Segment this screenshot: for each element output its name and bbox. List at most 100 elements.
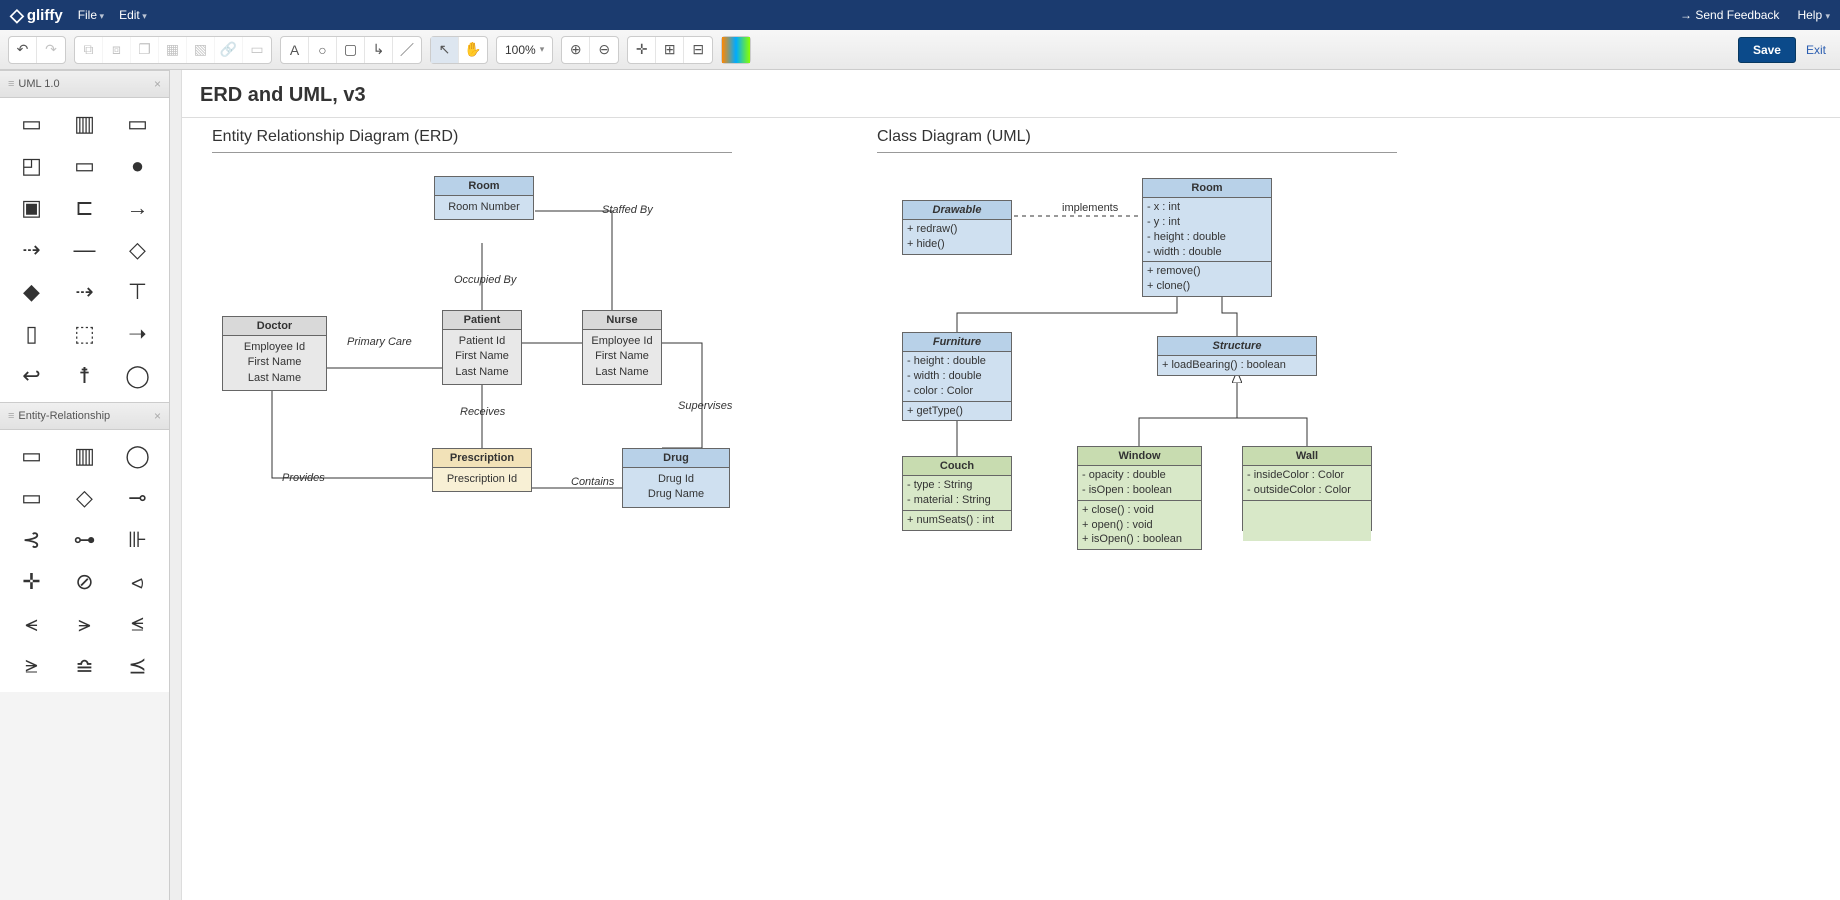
shape-rect-icon[interactable]: ▭: [112, 104, 163, 144]
connector-tool-icon[interactable]: ↳: [365, 37, 393, 63]
menu-file[interactable]: File: [78, 8, 104, 22]
grid-icon[interactable]: ⊞: [656, 37, 684, 63]
zoom-select[interactable]: 100%▾: [496, 36, 553, 64]
entity-patient[interactable]: Patient Patient IdFirst NameLast Name: [442, 310, 522, 385]
shape-diamond-filled-icon[interactable]: ◆: [6, 272, 57, 312]
redo-icon[interactable]: ↷: [37, 37, 65, 63]
class-room[interactable]: Room - x : int- y : int- height : double…: [1142, 178, 1272, 297]
shape-rel-cross-icon[interactable]: ✛: [6, 562, 57, 602]
shape-rel-c-icon[interactable]: ⪬: [112, 604, 163, 644]
shape-rel-many-icon[interactable]: ⊰: [6, 520, 57, 560]
shape-return-icon[interactable]: ↩: [6, 356, 57, 396]
shape-dashed-box-icon[interactable]: ⬚: [59, 314, 110, 354]
panel-erd-header[interactable]: Entity-Relationship ×: [0, 402, 169, 430]
entity-room[interactable]: Room Room Number: [434, 176, 534, 220]
cursor-group: ↖ ✋: [430, 36, 488, 64]
class-drawable[interactable]: Drawable + redraw()+ hide(): [902, 200, 1012, 255]
shape-rel-zeroone-icon[interactable]: ⊶: [59, 520, 110, 560]
exit-link[interactable]: Exit: [1806, 43, 1826, 57]
class-couch[interactable]: Couch - type : String- material : String…: [902, 456, 1012, 531]
class-room-title: Room: [1143, 179, 1271, 198]
class-window[interactable]: Window - opacity : double- isOpen : bool…: [1077, 446, 1202, 550]
shape-diamond-icon[interactable]: ◇: [59, 478, 110, 518]
shape-rel-crow-icon[interactable]: ⪦: [112, 562, 163, 602]
shape-arrow-open-icon[interactable]: →: [112, 188, 163, 228]
rect-tool-icon[interactable]: ▢: [337, 37, 365, 63]
close-icon[interactable]: ×: [154, 409, 161, 423]
link-icon[interactable]: 🔗: [215, 37, 243, 63]
shape-entity-icon[interactable]: ▭: [6, 436, 57, 476]
shape-rel-f-icon[interactable]: ⪯: [112, 646, 163, 686]
shape-solid-arrow-icon[interactable]: ➝: [112, 314, 163, 354]
entity-drug[interactable]: Drug Drug IdDrug Name: [622, 448, 730, 508]
shape-rel-circle-icon[interactable]: ⊘: [59, 562, 110, 602]
shape-class-icon[interactable]: ▥: [59, 104, 110, 144]
shape-rel-d-icon[interactable]: ⪭: [6, 646, 57, 686]
entity-doctor[interactable]: Doctor Employee IdFirst NameLast Name: [222, 316, 327, 391]
undo-icon[interactable]: ↶: [9, 37, 37, 63]
panel-uml-header[interactable]: UML 1.0 ×: [0, 70, 169, 98]
class-structure-title: Structure: [1158, 337, 1316, 356]
class-structure[interactable]: Structure + loadBearing() : boolean: [1157, 336, 1317, 376]
text-tool-icon[interactable]: A: [281, 37, 309, 63]
color-picker-icon[interactable]: [722, 37, 750, 63]
snap-icon[interactable]: ✛: [628, 37, 656, 63]
front-icon[interactable]: ▦: [159, 37, 187, 63]
shape-actor-icon[interactable]: ☨: [59, 356, 110, 396]
shape-bar-icon[interactable]: ▯: [6, 314, 57, 354]
shape-dashed-arrow-icon[interactable]: ⇢: [6, 230, 57, 270]
shape-bracket-icon[interactable]: ⊤: [112, 272, 163, 312]
entity-nurse[interactable]: Nurse Employee IdFirst NameLast Name: [582, 310, 662, 385]
shape-interface-icon[interactable]: ⊏: [59, 188, 110, 228]
help-link[interactable]: Help ▾: [1797, 8, 1830, 22]
circle-tool-icon[interactable]: ○: [309, 37, 337, 63]
shape-dashed-open-icon[interactable]: ⇢: [59, 272, 110, 312]
zoom-buttons: ⊕ ⊖: [561, 36, 619, 64]
ungroup-icon[interactable]: ⧈: [103, 37, 131, 63]
shape-rel-oneone-icon[interactable]: ⊪: [112, 520, 163, 560]
line-tool-icon[interactable]: ／: [393, 37, 421, 63]
group-icon[interactable]: ⧉: [75, 37, 103, 63]
class-couch-methods: + numSeats() : int: [903, 511, 1011, 530]
rel-implements: implements: [1062, 202, 1118, 214]
shape-object-icon[interactable]: ▭: [59, 146, 110, 186]
shape-entity-attrs-icon[interactable]: ▥: [59, 436, 110, 476]
shape-package-icon[interactable]: ▭: [6, 104, 57, 144]
entity-prescription[interactable]: Prescription Prescription Id: [432, 448, 532, 492]
shape-component-icon[interactable]: ▣: [6, 188, 57, 228]
shape-filled-circle-icon[interactable]: ●: [112, 146, 163, 186]
pointer-tool-icon[interactable]: ↖: [431, 37, 459, 63]
class-drawable-title: Drawable: [903, 201, 1011, 220]
shape-rel-one-icon[interactable]: ⊸: [112, 478, 163, 518]
zoom-in-icon[interactable]: ⊕: [562, 37, 590, 63]
erd-connectors: [182, 118, 912, 678]
class-couch-title: Couch: [903, 457, 1011, 476]
save-button[interactable]: Save: [1738, 37, 1796, 63]
notes-icon[interactable]: ▭: [243, 37, 271, 63]
class-furniture-title: Furniture: [903, 333, 1011, 352]
send-feedback-link[interactable]: Send Feedback: [1680, 8, 1779, 22]
shape-note-icon[interactable]: ◰: [6, 146, 57, 186]
guides-icon[interactable]: ⊟: [684, 37, 712, 63]
shape-box-icon[interactable]: ▭: [6, 478, 57, 518]
zoom-out-icon[interactable]: ⊖: [590, 37, 618, 63]
history-group: ↶ ↷: [8, 36, 66, 64]
back-icon[interactable]: ▧: [187, 37, 215, 63]
canvas[interactable]: ERD and UML, v3 Entity Relationship Diag…: [170, 70, 1840, 900]
shape-ellipse-icon[interactable]: ◯: [112, 356, 163, 396]
shape-rel-e-icon[interactable]: ⪮: [59, 646, 110, 686]
class-room-methods: + remove()+ clone(): [1143, 262, 1271, 296]
copy-icon[interactable]: ❐: [131, 37, 159, 63]
shape-line-icon[interactable]: —: [59, 230, 110, 270]
document-title[interactable]: ERD and UML, v3: [170, 70, 1840, 117]
pan-tool-icon[interactable]: ✋: [459, 37, 487, 63]
shape-oval-icon[interactable]: ◯: [112, 436, 163, 476]
class-furniture-attrs: - height : double- width : double- color…: [903, 352, 1011, 402]
close-icon[interactable]: ×: [154, 77, 161, 91]
shape-diamond-open-icon[interactable]: ◇: [112, 230, 163, 270]
menu-edit[interactable]: Edit: [119, 8, 147, 22]
class-furniture[interactable]: Furniture - height : double- width : dou…: [902, 332, 1012, 421]
class-wall[interactable]: Wall - insideColor : Color- outsideColor…: [1242, 446, 1372, 531]
shape-rel-a-icon[interactable]: ⪪: [6, 604, 57, 644]
shape-rel-b-icon[interactable]: ⪫: [59, 604, 110, 644]
